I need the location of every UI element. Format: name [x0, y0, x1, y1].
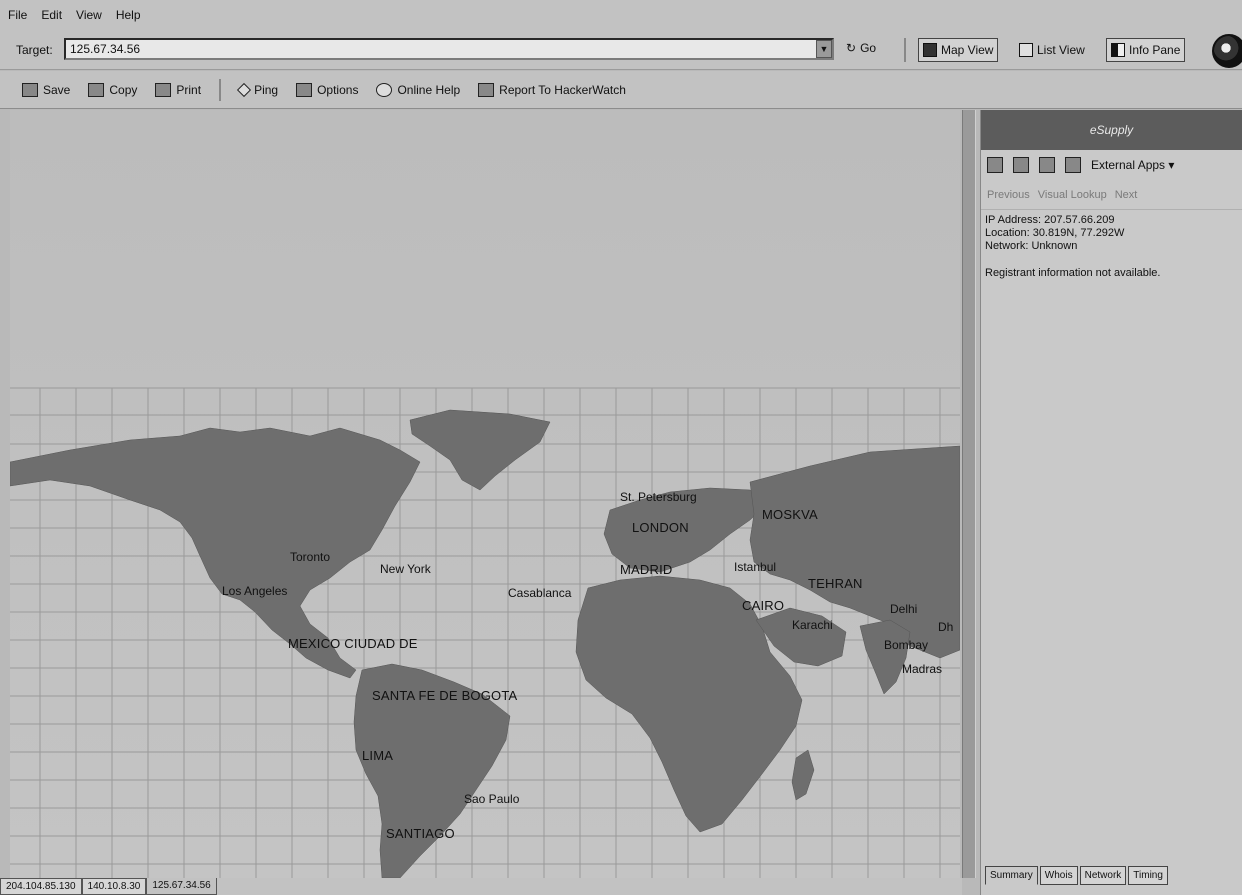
- map-view-button[interactable]: Map View: [918, 38, 999, 62]
- save-icon: [22, 82, 38, 97]
- pane-edit-icon[interactable]: [1039, 157, 1055, 173]
- target-tabs: 204.104.85.130 140.10.8.30 125.67.34.56: [0, 878, 962, 895]
- map-view-label: Map View: [941, 43, 994, 57]
- city-moskva[interactable]: MOSKVA: [762, 507, 818, 522]
- city-karachi[interactable]: Karachi: [792, 618, 833, 632]
- copy-label: Copy: [109, 82, 138, 97]
- help-icon: [376, 82, 393, 97]
- list-view-icon: [1019, 43, 1033, 57]
- city-santiago[interactable]: SANTIAGO: [386, 826, 455, 841]
- print-button[interactable]: Print: [155, 82, 202, 97]
- network-line: Network: Unknown: [985, 240, 1078, 252]
- target-dropdown-button[interactable]: ▼: [816, 40, 832, 58]
- tab-network[interactable]: Network: [1079, 866, 1127, 885]
- separator: [904, 38, 906, 62]
- menu-edit[interactable]: Edit: [41, 8, 62, 22]
- options-button[interactable]: Options: [296, 82, 359, 97]
- external-apps-button[interactable]: External Apps ▾: [1091, 158, 1174, 172]
- city-bombay[interactable]: Bombay: [884, 638, 928, 652]
- menu-file[interactable]: File: [8, 8, 27, 22]
- visual-lookup-button[interactable]: Visual Lookup: [1038, 189, 1107, 201]
- online-help-button[interactable]: Online Help: [376, 82, 461, 97]
- city-lima[interactable]: LIMA: [362, 748, 393, 763]
- chevron-down-icon: ▼: [819, 44, 829, 54]
- print-label: Print: [176, 82, 202, 97]
- ping-icon: [236, 82, 252, 97]
- city-delhi[interactable]: Delhi: [890, 602, 917, 616]
- registrant-line: Registrant information not available.: [985, 267, 1161, 279]
- go-label: Go: [860, 41, 877, 55]
- online-help-label: Online Help: [397, 82, 461, 97]
- info-pane-button[interactable]: Info Pane: [1106, 38, 1186, 62]
- report-label: Report To HackerWatch: [499, 82, 626, 97]
- city-madrid[interactable]: MADRID: [620, 562, 672, 577]
- city-sao-paulo[interactable]: Sao Paulo: [464, 792, 519, 806]
- menubar: File Edit View Help: [0, 0, 1242, 30]
- target-bar: Target: ▼ ↻ Go Map View List View Info P…: [0, 30, 1242, 70]
- city-istanbul[interactable]: Istanbul: [734, 560, 776, 574]
- city-bogota[interactable]: SANTA FE DE BOGOTA: [372, 688, 517, 703]
- city-cairo[interactable]: CAIRO: [742, 598, 784, 613]
- target-label: Target:: [16, 43, 53, 57]
- location-line: Location: 30.819N, 77.292W: [985, 227, 1125, 239]
- pane-splitter[interactable]: [962, 110, 976, 878]
- pane-summary: IP Address: 207.57.66.209 Location: 30.8…: [981, 210, 1242, 284]
- globe-logo-icon: [1212, 34, 1242, 68]
- tab-summary[interactable]: Summary: [985, 866, 1038, 885]
- pane-nav: Previous Visual Lookup Next: [981, 180, 1242, 210]
- print-icon: [155, 82, 172, 97]
- ip-address-line: IP Address: 207.57.66.209: [985, 214, 1115, 226]
- target-tab[interactable]: 204.104.85.130: [0, 878, 82, 895]
- pane-print-icon[interactable]: [987, 157, 1003, 173]
- info-pane: eSupply External Apps ▾ Previous Visual …: [980, 110, 1242, 895]
- city-mexico[interactable]: MEXICO CIUDAD DE: [288, 636, 418, 651]
- city-toronto[interactable]: Toronto: [290, 550, 330, 564]
- city-casablanca[interactable]: Casablanca: [508, 586, 571, 600]
- toolbar: Save Copy Print Ping Options Online Help…: [0, 71, 1242, 109]
- report-icon: [478, 82, 495, 97]
- pane-toolbar: External Apps ▾: [981, 150, 1242, 180]
- toolbar-separator: [219, 78, 222, 101]
- external-apps-label: External Apps: [1091, 158, 1166, 172]
- target-tab[interactable]: 125.67.34.56: [146, 878, 217, 895]
- pane-title: eSupply: [981, 110, 1242, 150]
- options-icon: [296, 82, 313, 97]
- target-tab[interactable]: 140.10.8.30: [81, 878, 147, 895]
- city-los-angeles[interactable]: Los Angeles: [222, 584, 287, 598]
- city-dhaka[interactable]: Dh: [938, 620, 953, 634]
- list-view-button[interactable]: List View: [1014, 38, 1090, 62]
- previous-button[interactable]: Previous: [987, 189, 1030, 201]
- city-madras[interactable]: Madras: [902, 662, 942, 676]
- city-new-york[interactable]: New York: [380, 562, 431, 576]
- go-button[interactable]: ↻ Go: [846, 41, 876, 55]
- map-canvas: [10, 387, 960, 878]
- info-pane-label: Info Pane: [1129, 43, 1181, 57]
- pane-tabs: Summary Whois Network Timing: [985, 866, 1168, 885]
- copy-button[interactable]: Copy: [88, 82, 138, 97]
- copy-icon: [88, 82, 105, 97]
- ping-button[interactable]: Ping: [236, 82, 279, 97]
- map-view-icon: [923, 43, 937, 57]
- list-view-label: List View: [1037, 43, 1085, 57]
- save-label: Save: [43, 82, 71, 97]
- city-tehran[interactable]: TEHRAN: [808, 576, 863, 591]
- pane-export-icon[interactable]: [1065, 157, 1081, 173]
- pane-copy-icon[interactable]: [1013, 157, 1029, 173]
- target-input[interactable]: [64, 38, 834, 60]
- tab-timing[interactable]: Timing: [1128, 866, 1168, 885]
- menu-view[interactable]: View: [76, 8, 102, 22]
- city-st-petersburg[interactable]: St. Petersburg: [620, 490, 697, 504]
- world-map[interactable]: St. Petersburg LONDON MOSKVA Toronto New…: [10, 110, 960, 878]
- tab-whois[interactable]: Whois: [1039, 866, 1078, 885]
- options-label: Options: [317, 82, 359, 97]
- ping-label: Ping: [254, 82, 279, 97]
- save-button[interactable]: Save: [22, 82, 71, 97]
- info-pane-icon: [1111, 43, 1125, 57]
- go-arrow-icon: ↻: [846, 41, 857, 55]
- next-button[interactable]: Next: [1115, 189, 1138, 201]
- menu-help[interactable]: Help: [116, 8, 141, 22]
- report-button[interactable]: Report To HackerWatch: [478, 82, 626, 97]
- city-london[interactable]: LONDON: [632, 520, 689, 535]
